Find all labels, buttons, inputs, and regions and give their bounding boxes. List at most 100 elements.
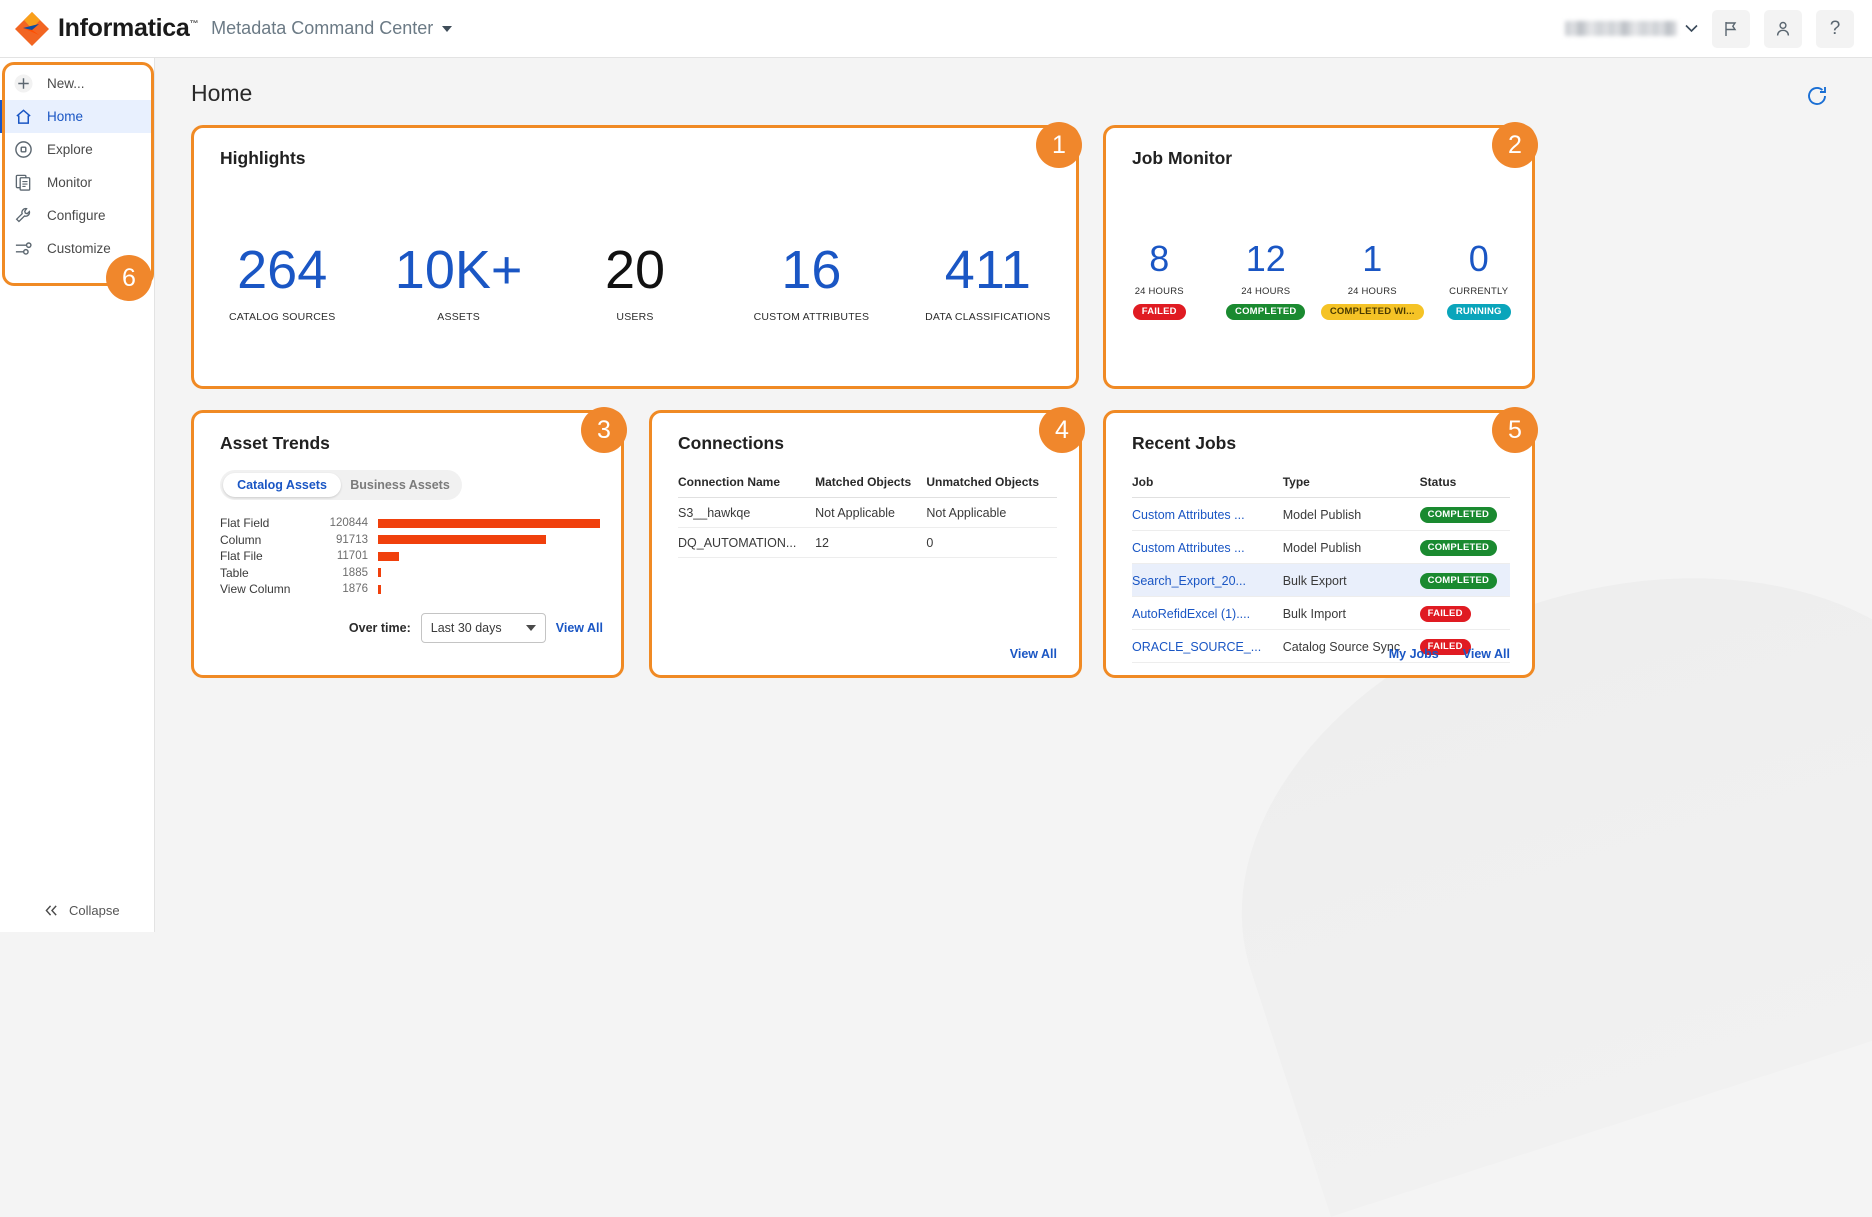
job-name-link[interactable]: Search_Export_20...: [1132, 563, 1283, 597]
table-row[interactable]: DQ_AUTOMATION... 12 0: [678, 527, 1057, 558]
metric-label: CATALOG SOURCES: [228, 311, 336, 323]
flag-icon[interactable]: [1712, 9, 1750, 48]
bar-track: [378, 584, 600, 594]
recent-jobs-card: Recent Jobs Job Type Status Custom Attribu…: [1103, 407, 1538, 678]
status-badge: COMPLETED: [1419, 507, 1498, 523]
bar-chart-row: Flat File 11701: [220, 548, 600, 565]
status-badge: COMPLETED WI...: [1320, 304, 1424, 320]
bar-track: [378, 568, 600, 578]
user-menu[interactable]: [1565, 21, 1698, 36]
over-time-label: Over time:: [348, 621, 411, 635]
table-cell: Not Applicable: [815, 497, 927, 528]
asset-trends-view-all-link[interactable]: View All: [556, 621, 603, 635]
table-row[interactable]: Custom Attributes ... Model Publish COMPLE…: [1132, 530, 1510, 564]
sidebar-item-label: Monitor: [47, 175, 93, 190]
connections-card: Connections Connection Name Matched Objec…: [649, 407, 1085, 678]
sidebar-collapse-button[interactable]: Collapse: [0, 903, 155, 918]
job-monitor-title: Job Monitor: [1132, 148, 1233, 168]
bar-fill[interactable]: [378, 568, 382, 578]
sidebar-items: New... Home Explore Monitor Configure Cu…: [0, 58, 154, 265]
job-metric-completed[interactable]: 12 24 HOURS COMPLETED: [1213, 241, 1320, 320]
table-header-row: Connection Name Matched Objects Unmatched …: [678, 475, 1057, 498]
annotation-badge-3: 3: [581, 407, 627, 453]
connections-view-all-link[interactable]: View All: [1010, 647, 1057, 661]
job-type-cell: Bulk Import: [1282, 596, 1420, 630]
status-badge: COMPLETED: [1419, 573, 1498, 589]
job-name-link[interactable]: Custom Attributes ...: [1132, 530, 1283, 564]
refresh-icon[interactable]: [1805, 84, 1829, 108]
annotation-badge-5: 5: [1492, 407, 1538, 453]
table-cell: 0: [926, 527, 1057, 558]
status-badge: FAILED: [1419, 606, 1471, 622]
status-badge: FAILED: [1132, 304, 1186, 320]
sidebar-item-new[interactable]: New...: [0, 67, 154, 100]
highlight-metric-data-classifications[interactable]: 411 DATA CLASSIFICATIONS: [900, 243, 1076, 323]
sidebar-item-label: Home: [47, 109, 84, 124]
highlight-metric-assets[interactable]: 10K+ ASSETS: [370, 243, 546, 323]
table-row[interactable]: AutoRefidExcel (1).... Bulk Import FAILED: [1132, 596, 1510, 630]
header-actions: ?: [1565, 9, 1872, 48]
job-metric-completed-with-warnings[interactable]: 1 24 HOURS COMPLETED WI...: [1319, 241, 1426, 320]
tab-business-assets[interactable]: Business Assets: [341, 473, 459, 497]
username-redacted: [1565, 21, 1677, 36]
bar-fill[interactable]: [378, 551, 400, 561]
sidebar-item-explore[interactable]: Explore: [0, 133, 154, 166]
user-icon[interactable]: [1764, 9, 1802, 48]
asset-trends-bar-chart: Flat Field 120844 Column 91713 Flat File 1170…: [220, 515, 600, 598]
bar-value-label: 120844: [329, 517, 368, 530]
job-status-cell: COMPLETED: [1419, 497, 1510, 531]
table-header-row: Job Type Status: [1132, 475, 1510, 498]
tab-catalog-assets[interactable]: Catalog Assets: [223, 473, 341, 497]
sidebar-item-monitor[interactable]: Monitor: [0, 166, 154, 199]
column-header: Job: [1132, 475, 1283, 498]
sidebar-item-home[interactable]: Home: [0, 100, 154, 133]
metric-value: 20: [604, 240, 666, 300]
bar-fill[interactable]: [378, 518, 600, 528]
bar-value-label: 1885: [342, 566, 368, 579]
job-metric-running[interactable]: 0 CURRENTLY RUNNING: [1426, 241, 1533, 320]
metric-value: 1: [1362, 238, 1383, 279]
table-row[interactable]: S3__hawkqe Not Applicable Not Applicable: [678, 497, 1057, 528]
metric-value: 264: [237, 240, 328, 300]
informatica-logo-icon: [12, 9, 52, 49]
highlights-title: Highlights: [220, 148, 306, 168]
highlight-metric-users[interactable]: 20 USERS: [547, 243, 723, 323]
job-name-link[interactable]: Custom Attributes ...: [1132, 497, 1283, 531]
recent-jobs-view-all-link[interactable]: View All: [1463, 647, 1510, 661]
table-cell: S3__hawkqe: [678, 497, 816, 528]
bar-category-label: View Column: [220, 582, 291, 597]
metric-value: 10K+: [394, 240, 523, 300]
job-monitor-card: Job Monitor 8 24 HOURS FAILED 12 24 HOUR…: [1103, 122, 1538, 389]
table-row[interactable]: Custom Attributes ... Model Publish COMPLE…: [1132, 497, 1510, 531]
job-metric-failed[interactable]: 8 24 HOURS FAILED: [1106, 241, 1213, 320]
status-badge: RUNNING: [1446, 304, 1511, 320]
bar-fill[interactable]: [378, 584, 382, 594]
highlight-metric-custom-attributes[interactable]: 16 CUSTOM ATTRIBUTES: [723, 243, 899, 323]
annotation-badge-4: 4: [1039, 407, 1085, 453]
my-jobs-link[interactable]: My Jobs: [1389, 647, 1439, 661]
highlight-metric-catalog-sources[interactable]: 264 CATALOG SOURCES: [194, 243, 370, 323]
highlights-card: Highlights 264 CATALOG SOURCES 10K+ ASSE…: [191, 122, 1082, 389]
status-badge: COMPLETED: [1419, 540, 1498, 556]
connections-title: Connections: [678, 433, 784, 453]
table-row[interactable]: Search_Export_20... Bulk Export COMPLETED: [1132, 563, 1510, 597]
column-header: Type: [1282, 475, 1420, 498]
metric-period: 24 HOURS: [1241, 286, 1291, 297]
app-name-dropdown[interactable]: Metadata Command Center: [211, 18, 453, 39]
job-status-cell: COMPLETED: [1419, 563, 1510, 597]
help-icon[interactable]: ?: [1816, 9, 1854, 48]
chevron-down-icon: [525, 625, 536, 631]
job-name-link[interactable]: AutoRefidExcel (1)....: [1132, 596, 1283, 630]
chevron-down-icon[interactable]: [1685, 24, 1698, 33]
job-name-link[interactable]: ORACLE_SOURCE_...: [1132, 629, 1283, 663]
plus-icon: [14, 74, 33, 93]
over-time-select[interactable]: Last 30 days: [420, 613, 546, 643]
bar-fill[interactable]: [378, 535, 547, 545]
table-cell: Not Applicable: [926, 497, 1057, 528]
bar-chart-row: Table 1885: [220, 565, 600, 582]
status-badge: COMPLETED: [1226, 304, 1306, 320]
chevron-down-icon[interactable]: [442, 26, 453, 33]
column-header: Unmatched Objects: [926, 475, 1057, 498]
sidebar-item-configure[interactable]: Configure: [0, 199, 154, 232]
bar-value-label: 91713: [336, 533, 368, 546]
